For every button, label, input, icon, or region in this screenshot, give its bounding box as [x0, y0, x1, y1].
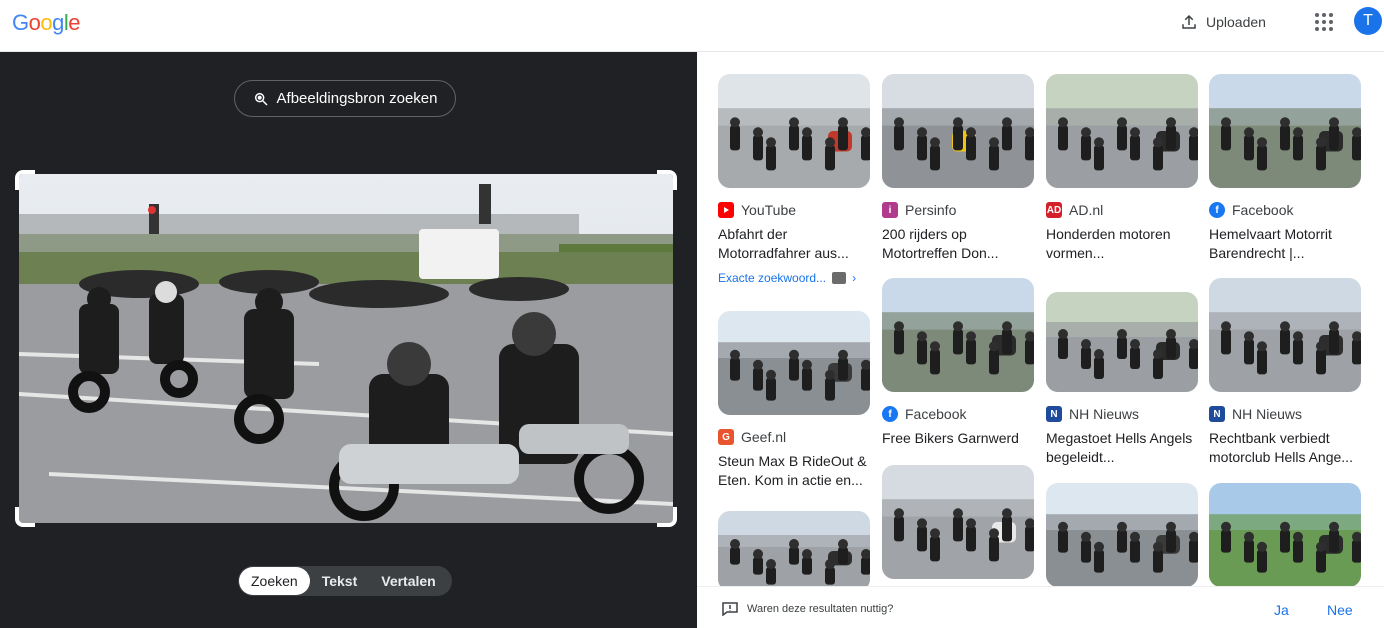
result-card[interactable]: YouTube Abfahrt der Motorradfahrer aus..… — [718, 74, 870, 285]
chevron-right-icon: › — [852, 271, 857, 285]
result-thumbnail[interactable] — [718, 74, 870, 188]
find-image-source-label: Afbeeldingsbron zoeken — [276, 90, 438, 107]
results-panel: YouTube Abfahrt der Motorradfahrer aus..… — [697, 52, 1384, 628]
facebook-favicon-icon: f — [882, 406, 898, 422]
result-source-label: AD.nl — [1069, 202, 1104, 218]
lens-panel: Afbeeldingsbron zoeken Zoeken Tekst Vert… — [0, 52, 697, 628]
result-card[interactable]: f Facebook Hemelvaart Motorrit Barendrec… — [1209, 74, 1361, 263]
result-card[interactable] — [718, 511, 870, 591]
result-card[interactable] — [1046, 483, 1198, 587]
logo-letter: g — [52, 10, 64, 35]
crop-handle-bottom-right[interactable] — [657, 507, 677, 527]
logo-letter: e — [68, 10, 81, 35]
result-card[interactable]: i Persinfo 200 rijders op Motortreffen D… — [882, 74, 1034, 263]
result-thumbnail[interactable] — [1209, 278, 1361, 392]
tab-zoeken[interactable]: Zoeken — [239, 567, 310, 595]
feedback-bar: Waren deze resultaten nuttig? Ja Nee — [697, 586, 1384, 628]
avatar[interactable]: T — [1354, 7, 1382, 35]
result-card[interactable] — [882, 465, 1034, 579]
result-thumbnail[interactable] — [1046, 74, 1198, 188]
result-title[interactable]: Megastoet Hells Angels begeleidt... — [1046, 429, 1198, 467]
result-title[interactable]: Steun Max B RideOut & Eten. Kom in actie… — [718, 452, 870, 490]
top-bar: Google Uploaden T — [0, 0, 1384, 52]
nh-nieuws-favicon-icon: N — [1046, 406, 1062, 422]
result-card[interactable]: f Facebook Free Bikers Garnwerd — [882, 278, 1034, 467]
result-source-label: NH Nieuws — [1232, 406, 1303, 422]
result-source-label: Facebook — [905, 406, 967, 422]
result-card[interactable]: G Geef.nl Steun Max B RideOut & Eten. Ko… — [718, 311, 870, 490]
upload-label: Uploaden — [1206, 14, 1266, 30]
result-thumbnail[interactable] — [882, 465, 1034, 579]
logo-letter: o — [40, 10, 53, 35]
google-logo[interactable]: Google — [12, 10, 81, 36]
result-thumbnail[interactable] — [1209, 483, 1361, 587]
result-source[interactable]: YouTube — [718, 202, 870, 218]
result-source-label: Persinfo — [905, 202, 957, 218]
result-source[interactable]: AD AD.nl — [1046, 202, 1198, 218]
result-card[interactable] — [1209, 483, 1361, 587]
result-source-label: Geef.nl — [741, 429, 787, 445]
exact-match-label: Exacte zoekwoord... — [718, 271, 827, 285]
feedback-question: Waren deze resultaten nuttig? — [747, 603, 894, 615]
feedback-no-button[interactable]: Nee — [1327, 602, 1353, 618]
logo-letter: G — [12, 10, 29, 35]
tab-vertalen[interactable]: Vertalen — [369, 567, 447, 595]
lens-search-icon — [254, 92, 268, 106]
result-card[interactable]: N NH Nieuws Megastoet Hells Angels begel… — [1046, 292, 1198, 467]
result-source[interactable]: G Geef.nl — [718, 429, 870, 445]
result-thumbnail[interactable] — [1046, 292, 1198, 392]
result-source-label: Facebook — [1232, 202, 1294, 218]
upload-button[interactable]: Uploaden — [1180, 11, 1266, 33]
feedback-yes-button[interactable]: Ja — [1274, 602, 1289, 618]
result-title[interactable]: 200 rijders op Motortreffen Don... — [882, 225, 1034, 263]
result-title[interactable]: Rechtbank verbiedt motorclub Hells Ange.… — [1209, 429, 1361, 467]
feedback-icon — [722, 602, 738, 616]
result-title[interactable]: Honderden motoren vormen... — [1046, 225, 1198, 263]
mini-thumbnail — [832, 272, 847, 284]
result-card[interactable]: AD AD.nl Honderden motoren vormen... — [1046, 74, 1198, 263]
crop-handle-top-right[interactable] — [657, 170, 677, 190]
result-thumbnail[interactable] — [1209, 74, 1361, 188]
result-source[interactable]: i Persinfo — [882, 202, 1034, 218]
crop-handle-bottom-left[interactable] — [15, 507, 35, 527]
result-title[interactable]: Abfahrt der Motorradfahrer aus... — [718, 225, 870, 263]
result-source[interactable]: N NH Nieuws — [1046, 406, 1198, 422]
result-thumbnail[interactable] — [882, 278, 1034, 392]
find-image-source-button[interactable]: Afbeeldingsbron zoeken — [234, 80, 456, 117]
exact-match-link[interactable]: Exacte zoekwoord... › — [718, 271, 870, 285]
result-thumbnail[interactable] — [1046, 483, 1198, 587]
nh-nieuws-favicon-icon: N — [1209, 406, 1225, 422]
result-thumbnail[interactable] — [718, 511, 870, 591]
apps-grid-icon[interactable] — [1313, 11, 1335, 33]
logo-letter: o — [28, 10, 41, 35]
ad-nl-favicon-icon: AD — [1046, 202, 1062, 218]
result-title[interactable]: Hemelvaart Motorrit Barendrecht |... — [1209, 225, 1361, 263]
result-source[interactable]: f Facebook — [1209, 202, 1361, 218]
upload-icon — [1182, 14, 1196, 29]
crop-handle-top-left[interactable] — [15, 170, 35, 190]
result-source-label: NH Nieuws — [1069, 406, 1140, 422]
result-card[interactable]: N NH Nieuws Rechtbank verbiedt motorclub… — [1209, 278, 1361, 467]
result-thumbnail[interactable] — [882, 74, 1034, 188]
geef-nl-favicon-icon: G — [718, 429, 734, 445]
result-source[interactable]: f Facebook — [882, 406, 1034, 422]
facebook-favicon-icon: f — [1209, 202, 1225, 218]
lens-mode-switcher: Zoeken Tekst Vertalen — [238, 566, 452, 596]
youtube-favicon-icon — [718, 202, 734, 218]
result-source[interactable]: N NH Nieuws — [1209, 406, 1361, 422]
result-thumbnail[interactable] — [718, 311, 870, 415]
result-title[interactable]: Free Bikers Garnwerd — [882, 429, 1034, 467]
selected-image — [19, 174, 673, 523]
tab-tekst[interactable]: Tekst — [310, 567, 370, 595]
result-source-label: YouTube — [741, 202, 797, 218]
persinfo-favicon-icon: i — [882, 202, 898, 218]
